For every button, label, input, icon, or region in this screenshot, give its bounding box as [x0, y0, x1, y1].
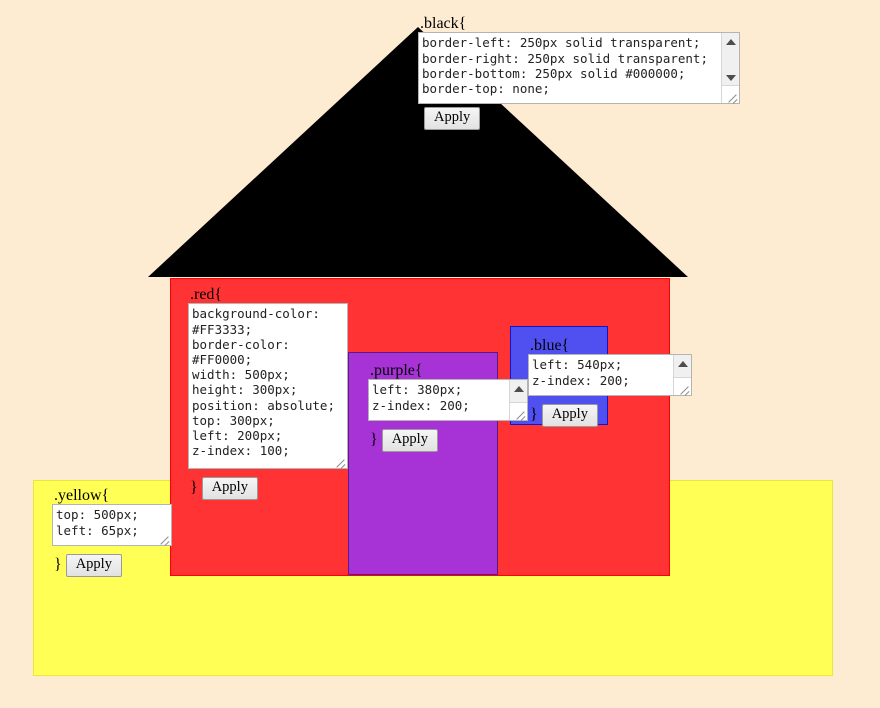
- closing-brace-red: }: [190, 479, 198, 497]
- css-rule-blue: .blue{ } Apply: [528, 337, 692, 427]
- closing-brace-blue: }: [530, 406, 538, 424]
- textarea-wrap-yellow: [52, 504, 172, 547]
- selector-label-yellow: .yellow{: [54, 487, 110, 504]
- declarations-input-purple[interactable]: [368, 379, 528, 422]
- css-rule-purple: .purple{ } Apply: [368, 362, 528, 452]
- declarations-input-yellow[interactable]: [52, 504, 172, 547]
- declarations-input-black[interactable]: [418, 32, 740, 105]
- css-rule-red: .red{ } Apply: [188, 286, 348, 500]
- canvas-stage: .black{ Apply .red{: [0, 0, 880, 708]
- selector-label-blue: .blue{: [530, 337, 570, 354]
- selector-label-black: .black{: [420, 15, 467, 32]
- css-rule-yellow: .yellow{ } Apply: [52, 487, 172, 577]
- textarea-wrap-black: [418, 32, 740, 105]
- apply-button-red[interactable]: Apply: [201, 476, 258, 500]
- selector-label-red: .red{: [190, 286, 223, 303]
- declarations-input-blue[interactable]: [528, 354, 692, 397]
- apply-button-yellow[interactable]: Apply: [65, 553, 122, 577]
- closing-brace-yellow: }: [54, 556, 62, 574]
- textarea-wrap-blue: [528, 354, 692, 397]
- selector-label-purple: .purple{: [370, 362, 423, 379]
- textarea-wrap-purple: [368, 379, 528, 422]
- apply-button-blue[interactable]: Apply: [541, 403, 598, 427]
- declarations-input-red[interactable]: [188, 303, 348, 470]
- apply-button-purple[interactable]: Apply: [381, 428, 438, 452]
- css-rule-black: .black{ Apply: [418, 15, 740, 131]
- closing-brace-purple: }: [370, 431, 378, 449]
- textarea-wrap-red: [188, 303, 348, 470]
- apply-button-black[interactable]: Apply: [424, 107, 481, 131]
